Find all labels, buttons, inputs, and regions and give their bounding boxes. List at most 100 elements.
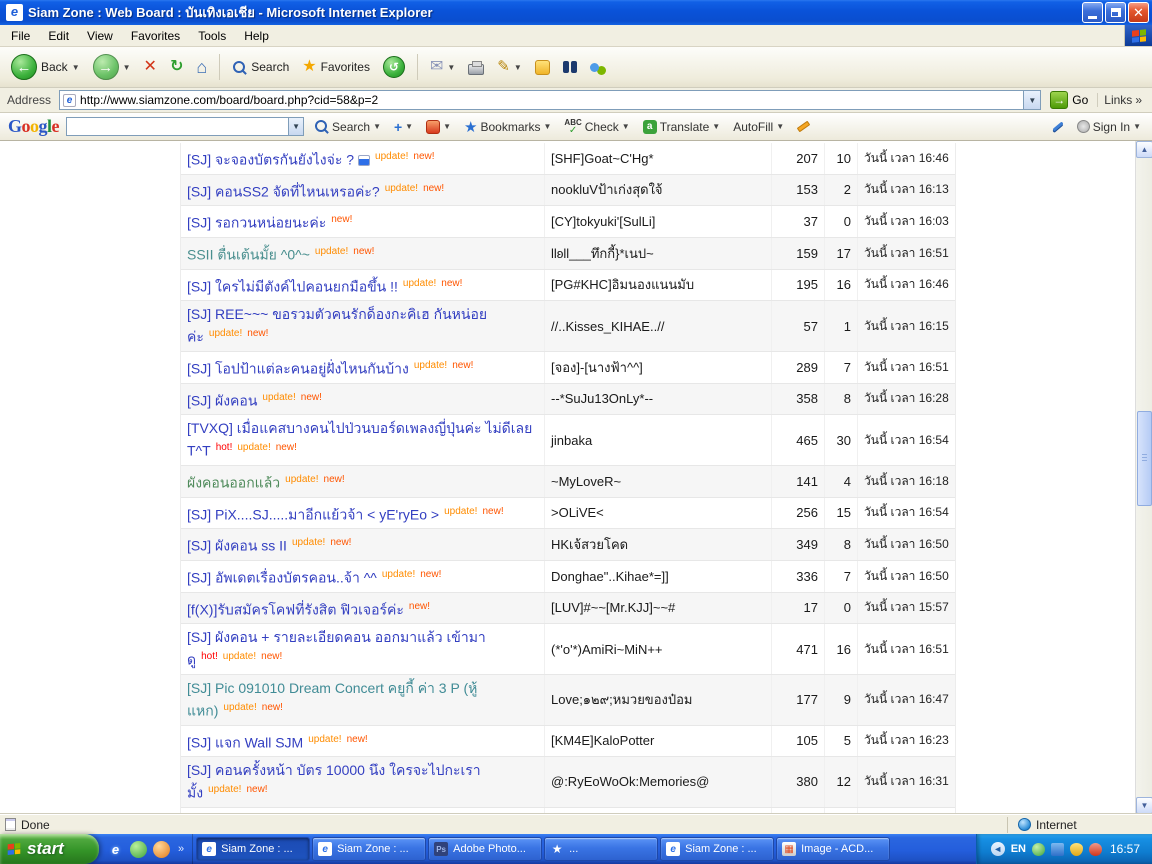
start-button[interactable]: start [0,834,99,864]
search-button[interactable]: Search [227,57,294,78]
back-dropdown-icon[interactable]: ▼ [72,63,80,72]
close-button[interactable]: ✕ [1128,2,1149,23]
ie-task-icon: e [666,842,681,856]
taskbar-task-button[interactable]: Ps Adobe Photo... [428,837,543,861]
home-button[interactable]: ⌂ [191,56,212,78]
quicklaunch-msn-icon[interactable] [130,840,147,858]
topic-link[interactable]: [SJ] คอนSS2 จัดที่ไหนเหรอค่ะ? [187,183,380,199]
forward-button[interactable]: → ▼ [88,51,136,83]
autofill-button[interactable]: AutoFill ▼ [730,118,787,136]
bookmarks-button[interactable]: ★ Bookmarks ▼ [461,116,554,138]
favorites-button[interactable]: ★ Favorites [297,56,375,78]
mail-dropdown-icon[interactable]: ▼ [447,63,455,72]
check-caret-icon[interactable]: ▼ [622,122,630,131]
translate-button[interactable]: a Translate ▼ [640,118,724,136]
back-button[interactable]: ← Back ▼ [6,51,85,83]
date-cell: วันนี้ เวลา 16:51 [864,245,949,260]
google-search-field[interactable]: ▼ [66,117,305,136]
pagerank-caret-icon[interactable]: ▼ [443,122,451,131]
address-input[interactable]: e http://www.siamzone.com/board/board.ph… [59,90,1042,110]
tray-network-icon[interactable] [1050,842,1064,856]
go-button[interactable]: → Go [1046,90,1092,110]
menu-tools[interactable]: Tools [189,26,235,46]
google-search-input[interactable] [67,118,289,135]
table-row: [SJ] ผังคอน ss II update! new! HKเจ้สวยโคด 3… [181,529,955,561]
spellcheck-button[interactable]: ABC ✓ Check ▼ [561,117,632,137]
forward-dropdown-icon[interactable]: ▼ [123,63,131,72]
language-indicator[interactable]: EN [1011,843,1026,855]
topic-link[interactable]: [SJ] คอนครั้งหน้า บัตร 10000 นึง ใครจะไป… [187,762,481,801]
topic-link[interactable]: [SJ] ใครไม่มีตังค์ไปคอนยกมือขึ้น !! [187,278,398,294]
google-search-dropdown-icon[interactable]: ▼ [288,118,304,135]
vertical-scrollbar[interactable]: ▲ ▼ [1135,141,1152,814]
print-button[interactable] [463,57,489,78]
table-row: [SJ] REE~~~ ขอรวมตัวคนรักด็องกะคิเฮ กันห… [181,301,955,352]
topic-link[interactable]: [SJ] ผังคอน + รายละเอียดคอน ออกมาแล้ว เข… [187,629,486,668]
topic-link[interactable]: SSII ตื่นเต้นมั้ย ^0^~ [187,247,310,263]
tray-messenger-icon[interactable] [1031,842,1045,856]
tray-collapse-chevron-icon[interactable]: ◄ [990,842,1005,856]
edit-button[interactable]: ✎ ▼ [492,56,527,78]
taskbar-task-button[interactable]: e Siam Zone : ... [196,837,311,861]
topic-link[interactable]: [SJ] จะจองบัตรกันยังไงจ่ะ ? [187,152,354,168]
topic-link[interactable]: [SJ] อัพเดตเรื่องบัตรคอน..จ้า ^^ [187,570,377,586]
google-add-button[interactable]: + ▼ [391,117,416,137]
topic-link[interactable]: [SJ] ผังคอน ss II [187,538,287,554]
topic-link[interactable]: [TVXQ] เมื่อแคสบางคนไปป่วนบอร์ดเพลงญี่ปุ… [187,420,532,459]
taskbar-task-button[interactable]: e Siam Zone : ... [660,837,775,861]
system-tray: ◄ EN 16:57 [975,834,1152,864]
address-dropdown-icon[interactable]: ▼ [1023,91,1041,109]
mail-button[interactable]: ✉ ▼ [425,56,460,78]
bookmarks-caret-icon[interactable]: ▼ [544,122,552,131]
topic-link[interactable]: [SJ] PiX....SJ.....มาอีกแย้วจ้า < yE'ryE… [187,506,439,522]
date-cell: วันนี้ เวลา 16:54 [864,505,949,520]
add-caret-icon[interactable]: ▼ [405,122,413,131]
pagerank-button[interactable]: ▼ [423,118,454,136]
tray-security-icon[interactable] [1069,842,1083,856]
scroll-down-button[interactable]: ▼ [1136,797,1152,814]
topic-link[interactable]: [SJ] แจก Wall SJM [187,734,303,750]
quicklaunch-overflow-chevron-icon[interactable]: » [176,843,184,855]
refresh-button[interactable]: ↻ [165,56,188,78]
badge-update: update! [237,442,271,454]
google-search-caret-icon[interactable]: ▼ [373,122,381,131]
translate-caret-icon[interactable]: ▼ [712,122,720,131]
google-search-button[interactable]: Search ▼ [311,117,384,136]
messenger-button[interactable] [530,57,555,78]
minimize-button[interactable] [1082,2,1103,23]
history-button[interactable]: ↺ [378,53,410,81]
autofill-caret-icon[interactable]: ▼ [776,122,784,131]
taskbar-task-button[interactable]: ▦ Image - ACD... [776,837,891,861]
quicklaunch-ie-icon[interactable]: e [107,841,124,858]
signin-caret-icon[interactable]: ▼ [1133,122,1141,131]
topic-link[interactable]: [f(X)]รับสมัครโคฟที่รังสิต ฟิวเจอร์ค่ะ [187,601,404,617]
menu-help[interactable]: Help [235,26,278,46]
menu-view[interactable]: View [78,26,122,46]
topic-link[interactable]: [SJ] ผังคอน [187,392,257,408]
scroll-up-button[interactable]: ▲ [1136,141,1152,158]
quicklaunch-media-icon[interactable] [153,840,170,858]
links-button[interactable]: Links » [1097,93,1148,107]
topic-link[interactable]: ผังคอนออกแล้ว [187,475,280,491]
restore-button[interactable] [1105,2,1126,23]
highlight-button[interactable] [794,120,813,133]
scroll-thumb[interactable] [1137,411,1152,506]
taskbar-task-button[interactable]: ★... [544,837,659,861]
toolbar-options-button[interactable] [1049,121,1067,132]
tray-volume-icon[interactable] [1088,842,1102,856]
signin-button[interactable]: Sign In ▼ [1074,118,1144,136]
menu-edit[interactable]: Edit [39,26,78,46]
topic-link[interactable]: [SJ] REE~~~ ขอรวมตัวคนรักด็องกะคิเฮ กันห… [187,306,487,345]
menu-file[interactable]: File [2,26,39,46]
topic-cell: [SJ] PiX....SJ.....มาอีกแย้วจ้า < yE'ryE… [181,497,545,529]
edit-dropdown-icon[interactable]: ▼ [514,63,522,72]
replies-cell: 9 [825,674,858,725]
topic-link[interactable]: [SJ] รอกวนหน่อยนะค่ะ [187,215,326,231]
menu-favorites[interactable]: Favorites [122,26,189,46]
taskbar-clock[interactable]: 16:57 [1110,842,1140,856]
stop-button[interactable]: ✕ [139,56,162,78]
topic-link[interactable]: [SJ] โอปป้าแต่ละคนอยู่ฝั่งไหนกันบ้าง [187,361,409,377]
discuss-button[interactable] [585,60,611,75]
research-button[interactable] [558,58,582,76]
taskbar-task-button[interactable]: e Siam Zone : ... [312,837,427,861]
